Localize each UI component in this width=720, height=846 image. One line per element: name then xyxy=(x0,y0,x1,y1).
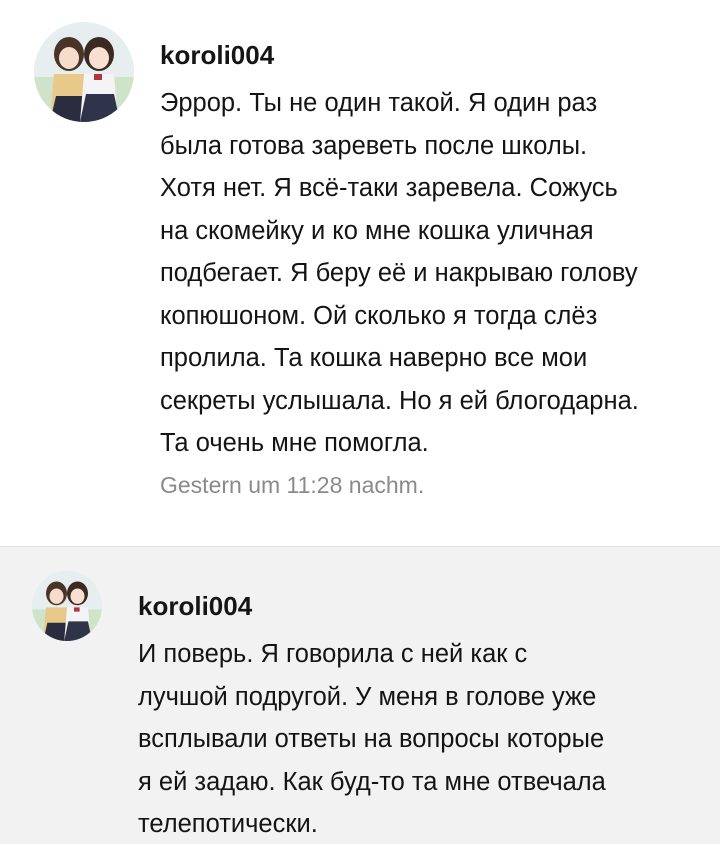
comment-line: была готова зареветь после школы. xyxy=(160,131,588,160)
comment-line: лучшой подругой. У меня в голове уже xyxy=(138,682,597,711)
comment-text: И поверь. Я говорила с ней как с лучшой … xyxy=(138,633,698,846)
comment-line: И поверь. Я говорила с ней как с xyxy=(138,640,528,668)
comment-line: я ей задаю. Как буд-то та мне отвечала xyxy=(138,767,606,796)
comment-item[interactable]: koroli004 Эррор. Ты не один такой. Я оди… xyxy=(0,0,720,546)
username[interactable]: koroli004 xyxy=(160,40,274,71)
comment-line: подбегает. Я беру её и накрываю голову xyxy=(160,259,638,287)
user-avatar[interactable] xyxy=(34,22,134,122)
timestamp: Gestern um 11:28 nachm. xyxy=(160,472,425,498)
comment-line: телепотически. xyxy=(138,810,318,838)
user-avatar[interactable] xyxy=(32,571,102,641)
comment-line: всплывали ответы на вопросы которые xyxy=(138,725,605,753)
username[interactable]: koroli004 xyxy=(138,591,252,622)
comment-line: на скомейку и ко мне кошка уличная xyxy=(160,216,594,245)
comment-line: Та очень мне помогла. xyxy=(160,429,429,457)
comment-line: секреты услышала. Но я ей блогодарна. xyxy=(160,386,639,415)
comment-text: Эррор. Ты не один такой. Я один раз была… xyxy=(160,82,700,465)
comment-line: Эррор. Ты не один такой. Я один раз xyxy=(160,89,598,117)
comment-item[interactable]: koroli004 И поверь. Я говорила с ней как… xyxy=(0,546,720,844)
anime-girls-avatar-icon xyxy=(32,571,102,641)
comment-line: копюшоном. Ой сколько я тогда слёз xyxy=(160,301,598,330)
comment-line: Хотя нет. Я всё-таки заревела. Сожусь xyxy=(160,174,618,202)
comment-line: пролила. Та кошка наверно все мои xyxy=(160,344,588,372)
anime-girls-avatar-icon xyxy=(34,22,134,122)
